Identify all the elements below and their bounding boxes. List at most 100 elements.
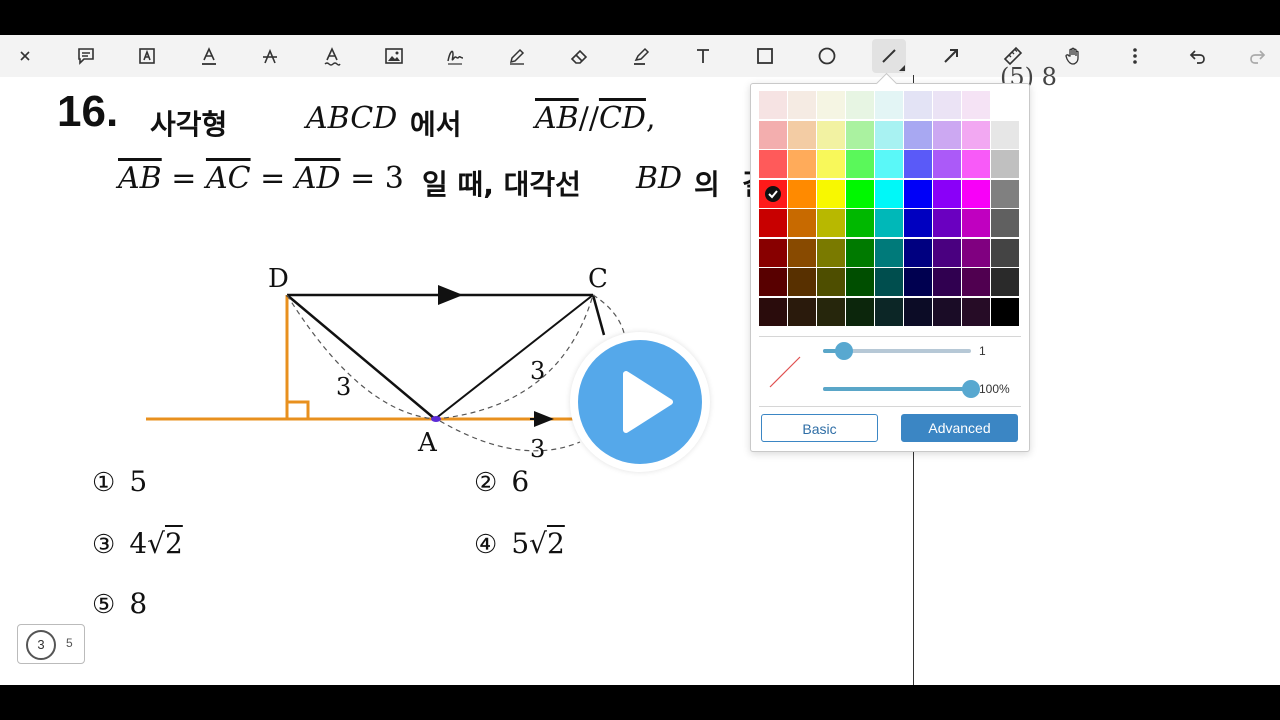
color-swatch[interactable] <box>904 209 932 237</box>
line-tool-button[interactable] <box>872 39 906 73</box>
rectangle-tool-button[interactable] <box>748 39 782 73</box>
color-swatch[interactable] <box>904 297 932 326</box>
arrow-tool-button[interactable] <box>934 39 968 73</box>
color-swatch[interactable] <box>875 179 903 208</box>
color-swatch[interactable] <box>817 120 845 149</box>
color-swatch-selected[interactable] <box>759 179 787 208</box>
color-swatch[interactable] <box>759 268 787 296</box>
signature-tool-button[interactable] <box>438 39 472 73</box>
image-tool-button[interactable] <box>377 39 411 73</box>
choice-4[interactable]: ④ 5√2 <box>474 527 565 560</box>
ellipse-tool-button[interactable] <box>810 39 844 73</box>
choice-2[interactable]: ②6 <box>474 465 529 498</box>
color-swatch[interactable] <box>933 179 961 208</box>
page-indicator[interactable]: 3 5 <box>17 624 85 664</box>
undo-button[interactable] <box>1180 39 1214 73</box>
color-swatch[interactable] <box>991 209 1019 237</box>
color-swatch[interactable] <box>962 150 990 178</box>
opacity-slider[interactable] <box>823 380 980 398</box>
color-swatch[interactable] <box>933 268 961 296</box>
color-swatch[interactable] <box>933 238 961 267</box>
squiggly-tool-button[interactable] <box>315 39 349 73</box>
choice-3[interactable]: ③ 4√2 <box>92 527 183 560</box>
pan-tool-button[interactable] <box>1057 39 1091 73</box>
color-swatch[interactable] <box>875 120 903 149</box>
strikethrough-tool-button[interactable] <box>253 39 287 73</box>
color-swatch[interactable] <box>788 120 816 149</box>
color-swatch[interactable] <box>904 91 932 119</box>
color-swatch[interactable] <box>933 91 961 119</box>
color-swatch[interactable] <box>846 120 874 149</box>
color-swatch[interactable] <box>991 91 1019 119</box>
color-swatch[interactable] <box>788 238 816 267</box>
color-swatch[interactable] <box>846 209 874 237</box>
advanced-mode-button[interactable]: Advanced <box>901 414 1018 442</box>
text-box-tool-button[interactable] <box>130 39 164 73</box>
color-swatch[interactable] <box>817 238 845 267</box>
color-swatch[interactable] <box>904 238 932 267</box>
color-swatch[interactable] <box>875 150 903 178</box>
color-swatch[interactable] <box>759 120 787 149</box>
color-swatch[interactable] <box>904 150 932 178</box>
color-swatch[interactable] <box>817 179 845 208</box>
color-swatch[interactable] <box>788 91 816 119</box>
color-swatch[interactable] <box>991 238 1019 267</box>
color-swatch[interactable] <box>817 297 845 326</box>
more-options-button[interactable] <box>1118 39 1152 73</box>
color-swatch[interactable] <box>962 268 990 296</box>
color-swatch[interactable] <box>875 268 903 296</box>
color-swatch[interactable] <box>991 120 1019 149</box>
color-swatch[interactable] <box>788 150 816 178</box>
color-swatch[interactable] <box>933 120 961 149</box>
color-swatch[interactable] <box>846 268 874 296</box>
color-swatch[interactable] <box>846 150 874 178</box>
color-swatch[interactable] <box>933 297 961 326</box>
opacity-slider-thumb[interactable] <box>962 380 980 398</box>
close-button[interactable] <box>8 39 42 73</box>
color-swatch[interactable] <box>817 209 845 237</box>
color-swatch[interactable] <box>875 209 903 237</box>
color-swatch[interactable] <box>846 297 874 326</box>
color-swatch[interactable] <box>846 179 874 208</box>
document-page[interactable]: (5) 8 16. 사각형 ABCD 에서 AB//CD, AB = AC = … <box>0 63 1280 685</box>
color-swatch[interactable] <box>759 209 787 237</box>
color-swatch[interactable] <box>904 179 932 208</box>
underline-tool-button[interactable] <box>192 39 226 73</box>
basic-mode-button[interactable]: Basic <box>761 414 878 442</box>
color-swatch[interactable] <box>788 268 816 296</box>
color-swatch[interactable] <box>817 150 845 178</box>
color-swatch[interactable] <box>991 179 1019 208</box>
color-swatch[interactable] <box>904 268 932 296</box>
color-swatch[interactable] <box>962 91 990 119</box>
color-swatch[interactable] <box>962 238 990 267</box>
text-tool-button[interactable] <box>686 39 720 73</box>
color-swatch[interactable] <box>991 297 1019 326</box>
color-swatch[interactable] <box>904 120 932 149</box>
choice-5[interactable]: ⑤8 <box>92 587 147 620</box>
color-swatch[interactable] <box>788 179 816 208</box>
color-swatch[interactable] <box>817 268 845 296</box>
highlighter-tool-button[interactable] <box>624 39 658 73</box>
color-swatch[interactable] <box>875 91 903 119</box>
color-swatch[interactable] <box>875 297 903 326</box>
color-swatch[interactable] <box>991 150 1019 178</box>
color-swatch[interactable] <box>759 297 787 326</box>
color-swatch[interactable] <box>846 238 874 267</box>
color-swatch[interactable] <box>817 91 845 119</box>
color-swatch[interactable] <box>991 268 1019 296</box>
thickness-slider-thumb[interactable] <box>834 342 853 360</box>
color-swatch[interactable] <box>962 120 990 149</box>
color-swatch[interactable] <box>788 209 816 237</box>
redo-button[interactable] <box>1241 39 1275 73</box>
color-swatch[interactable] <box>933 150 961 178</box>
thickness-slider[interactable] <box>823 342 971 360</box>
comment-tool-button[interactable] <box>69 39 103 73</box>
color-swatch[interactable] <box>962 179 990 208</box>
color-swatch[interactable] <box>875 238 903 267</box>
color-swatch[interactable] <box>759 150 787 178</box>
eraser-tool-button[interactable] <box>562 39 596 73</box>
color-swatch[interactable] <box>962 297 990 326</box>
color-swatch[interactable] <box>962 209 990 237</box>
color-swatch[interactable] <box>759 238 787 267</box>
pen-tool-button[interactable] <box>500 39 534 73</box>
